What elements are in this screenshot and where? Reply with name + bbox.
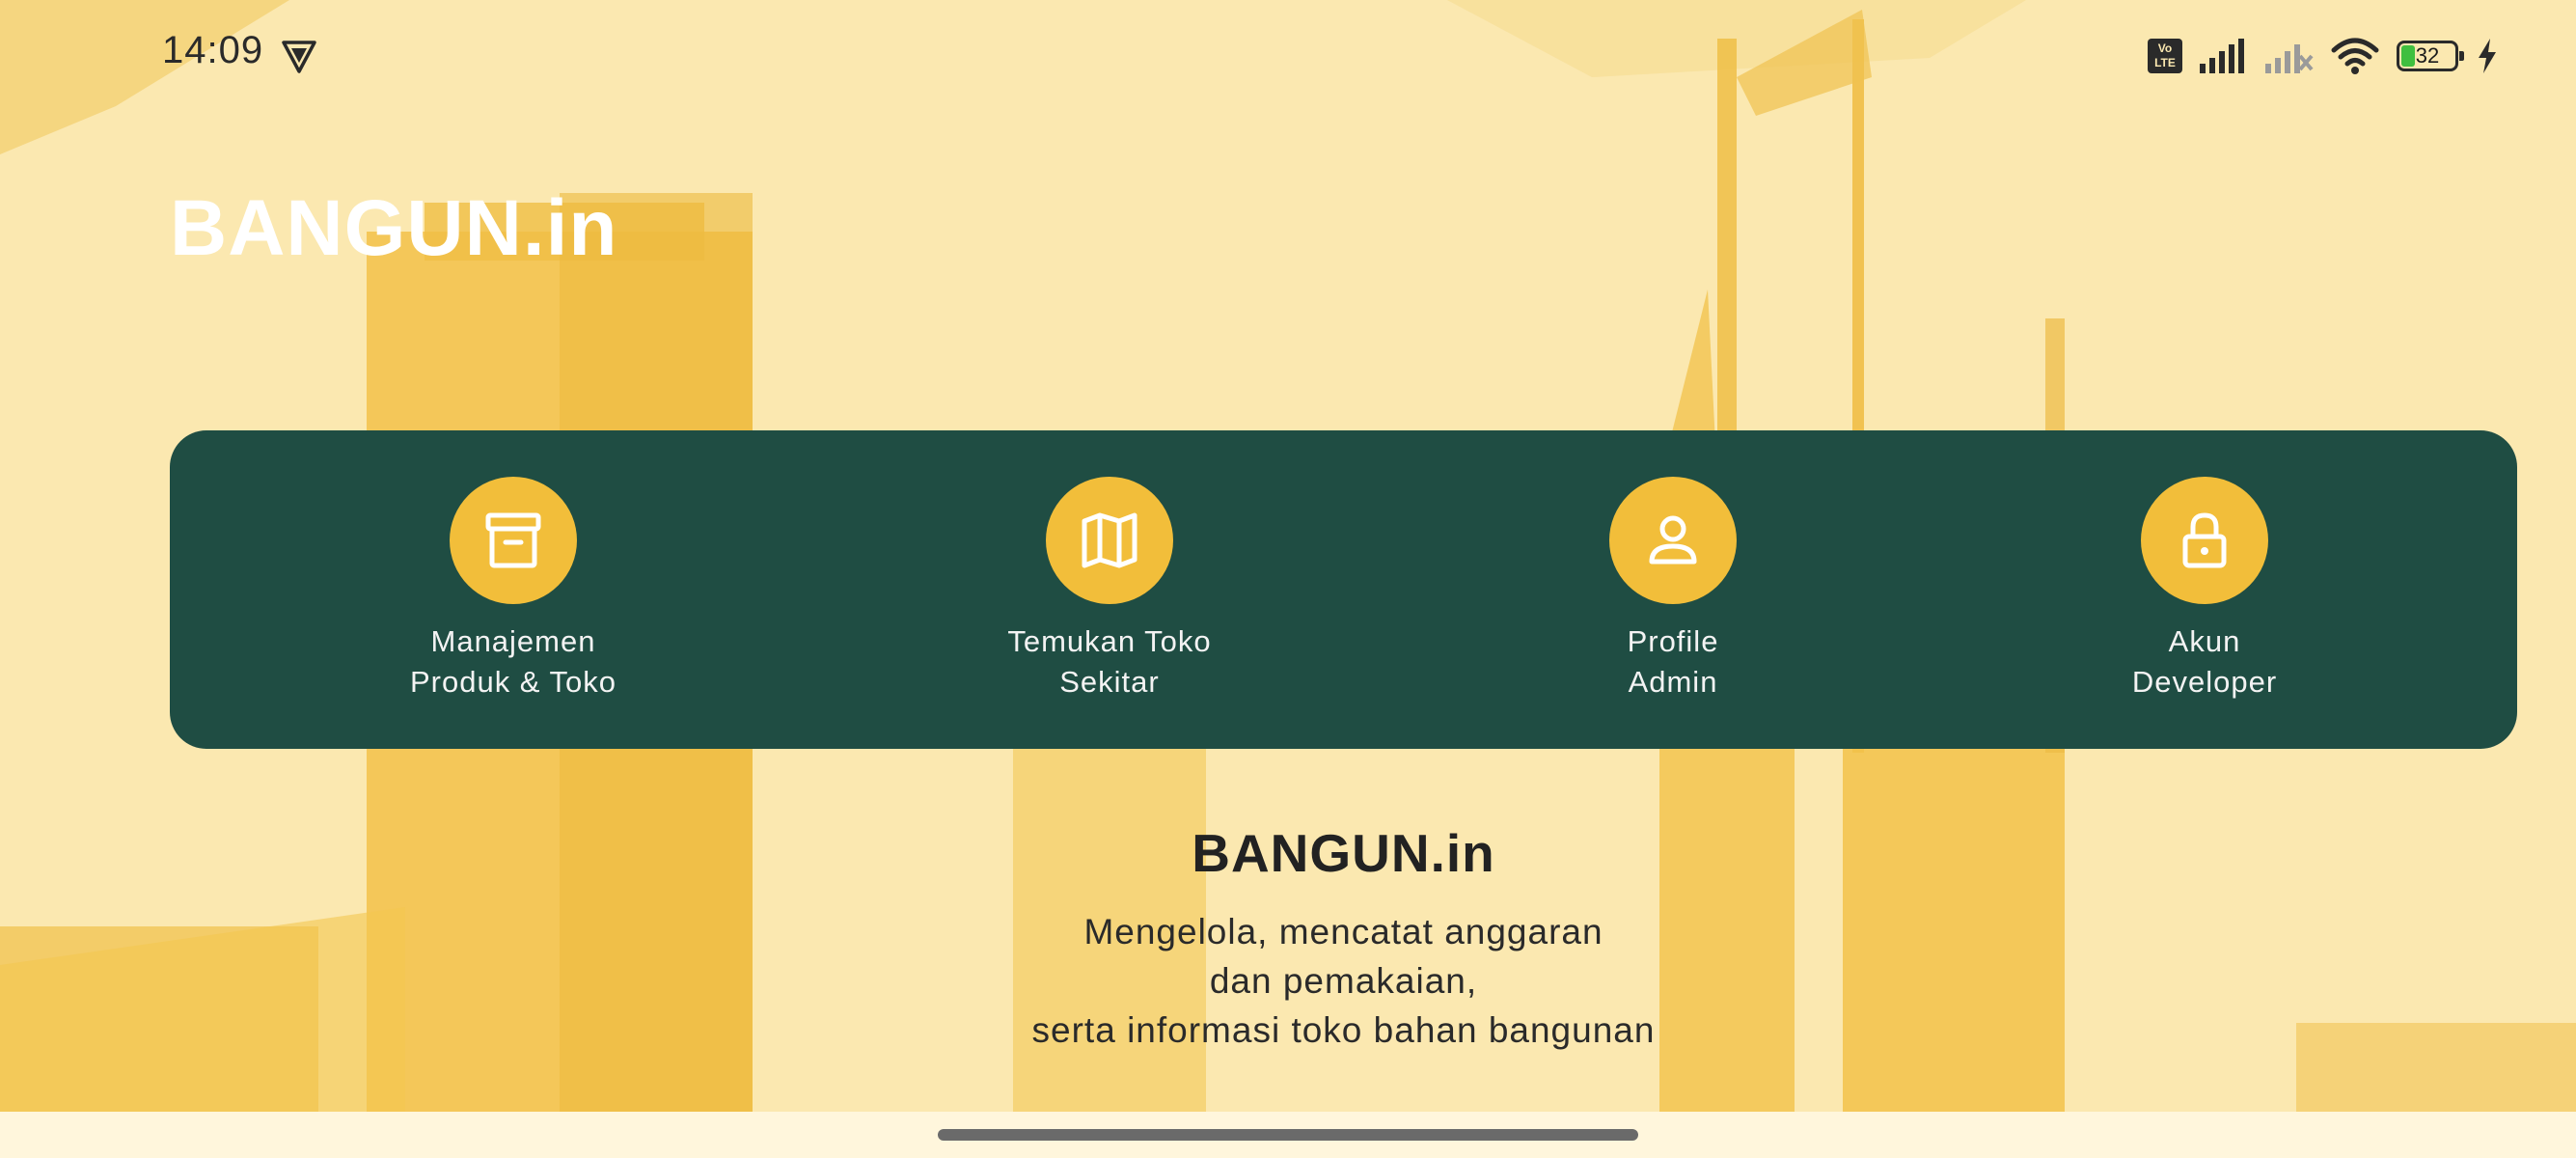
battery-cap	[2459, 51, 2464, 61]
person-icon	[1649, 515, 1697, 565]
menu-icon-circle[interactable]	[1609, 477, 1737, 604]
menu-label-line1: Manajemen	[430, 624, 596, 658]
menu-label-line2: Developer	[2131, 665, 2278, 699]
charging-bolt-icon	[2479, 39, 2496, 73]
status-bar: 14:09 Vo LTE 32	[0, 0, 2576, 116]
home-screen: 14:09 Vo LTE 32 BANGUN.in Manajemen Prod…	[0, 0, 2576, 1158]
menu-label: Temukan Toko Sekitar	[1007, 621, 1211, 703]
menu-label: Manajemen Produk & Toko	[410, 621, 617, 703]
menu-label-line2: Admin	[1628, 665, 1718, 699]
menu-label-line2: Produk & Toko	[409, 665, 617, 699]
menu-icon-circle[interactable]	[450, 477, 577, 604]
menu-label: Akun Developer	[2132, 621, 2277, 703]
signal-no-service-icon	[2265, 44, 2314, 73]
status-time: 14:09	[162, 29, 264, 71]
menu-icon-circle[interactable]	[1046, 477, 1173, 604]
menu-item-akun-developer[interactable]: Akun Developer	[2012, 477, 2398, 703]
menu-label-line1: Temukan Toko	[1007, 624, 1212, 658]
home-indicator[interactable]	[938, 1129, 1638, 1141]
menu-label-line2: Sekitar	[1059, 665, 1160, 699]
archive-box-icon	[485, 512, 541, 568]
map-icon	[1082, 512, 1137, 568]
menu-item-manajemen-produk[interactable]: Manajemen Produk & Toko	[320, 477, 706, 703]
info-description: Mengelola, mencatat anggaran dan pemakai…	[0, 907, 2576, 1055]
menu-item-profile-admin[interactable]: Profile Admin	[1480, 477, 1866, 703]
info-line1: Mengelola, mencatat anggaran	[1083, 912, 1603, 951]
lock-icon	[2182, 512, 2227, 568]
app-title: BANGUN.in	[170, 184, 618, 272]
battery-icon: 32	[2397, 41, 2464, 71]
volte-icon: Vo LTE	[2148, 39, 2182, 73]
menu-label: Profile Admin	[1628, 621, 1719, 703]
info-line3: serta informasi toko bahan bangunan	[1031, 1010, 1656, 1050]
battery-level: 32	[2415, 43, 2440, 68]
info-title: BANGUN.in	[1192, 823, 1495, 883]
menu-item-temukan-toko[interactable]: Temukan Toko Sekitar	[917, 477, 1302, 703]
signal-strength-icon	[2200, 39, 2244, 73]
menu-label-line1: Akun	[2168, 624, 2241, 658]
menu-icon-circle[interactable]	[2141, 477, 2268, 604]
menu-card: Manajemen Produk & Toko Temukan Toko Sek…	[170, 430, 2517, 749]
vpn-shield-icon	[282, 41, 316, 73]
wifi-icon	[2331, 38, 2379, 74]
menu-label-line1: Profile	[1627, 624, 1719, 658]
info-line2: dan pemakaian,	[1209, 961, 1478, 1001]
status-indicators: Vo LTE 32	[2148, 33, 2499, 79]
